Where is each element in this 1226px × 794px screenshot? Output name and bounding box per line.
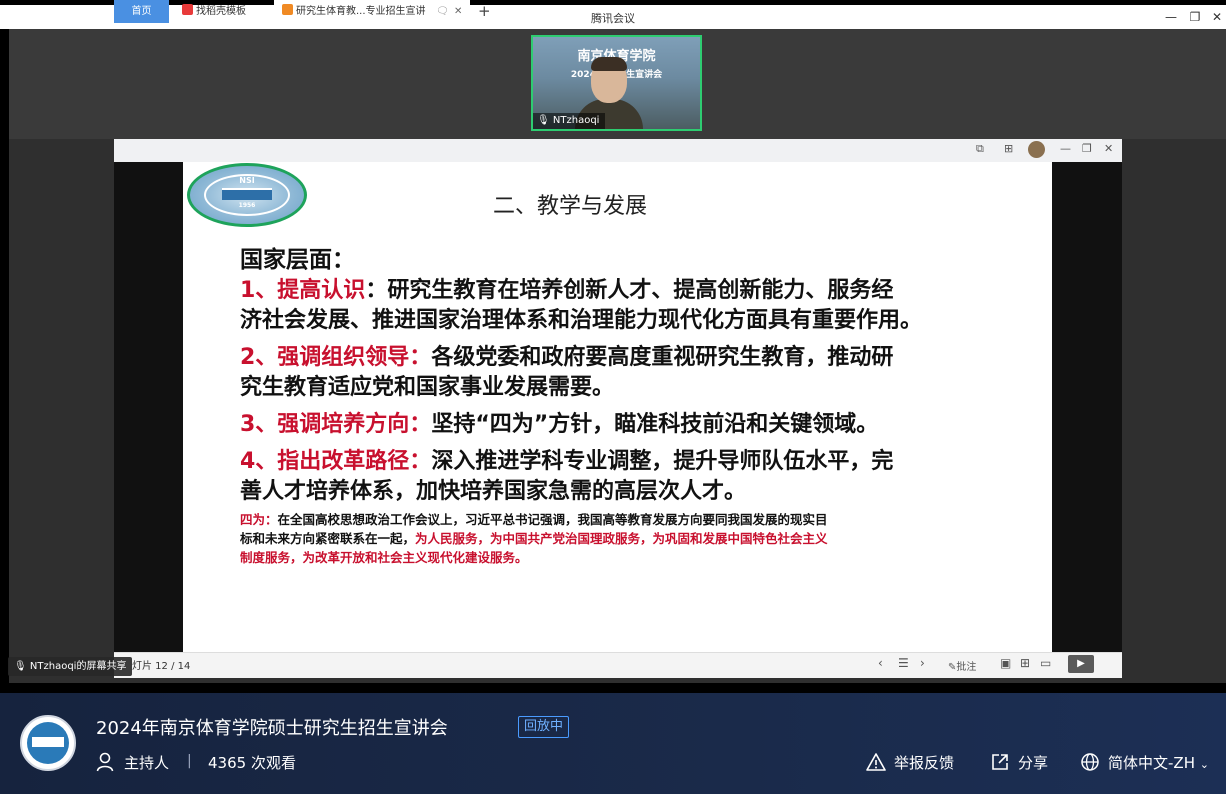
tab-bar — [114, 139, 1122, 163]
slide-title: 二、教学与发展 — [493, 194, 648, 219]
note-text-1: 在全国高校思想政治工作会议上，习近平总书记强调，我国高等教育发展方向要同我国发展… — [277, 512, 828, 527]
speaker-hair — [591, 57, 627, 71]
point-1-label: 1、提高认识 — [240, 278, 366, 303]
logo-building-icon — [222, 188, 272, 200]
tab-docer-label: 找稻壳模板 — [196, 6, 246, 17]
view-count: 4365 次观看 — [208, 754, 296, 772]
participant-name-tag: 🎙 NTzhaoqi — [533, 113, 606, 129]
play-icon: ▶ — [1077, 658, 1085, 669]
slide-list-icon[interactable]: ☰ — [898, 656, 909, 670]
point-4-line1: 4、指出改革路径：深入推进学科专业调整，提升导师队伍水平，完 — [240, 447, 893, 477]
app-minimize-icon[interactable]: — — [1060, 142, 1071, 155]
point-4-line2: 善人才培养体系，加快培养国家急需的高层次人才。 — [240, 479, 747, 504]
slide-sorter-icon[interactable]: ⊞ — [1020, 656, 1030, 670]
tab-presentation-label: 研究生体育教...专业招生宣讲 — [296, 6, 426, 17]
annotate-label: 批注 — [956, 662, 977, 673]
host-label: 主持人 — [124, 754, 170, 772]
point-1-line2: 济社会发展、推进国家治理体系和治理能力现代化方面具有重要作用。 — [240, 308, 923, 333]
share-icon[interactable] — [990, 752, 1010, 772]
note-text-2-black: 标和未来方向紧密联系在一起， — [240, 531, 416, 546]
speaker-video-tile[interactable]: 南京体育学院 2024年 生招生宣讲会 🎙 NTzhaoqi — [531, 35, 702, 131]
close-icon[interactable]: ✕ — [1206, 8, 1226, 26]
user-avatar[interactable] — [1028, 141, 1045, 158]
play-slideshow-button[interactable]: ▶ — [1068, 655, 1094, 673]
reading-mode-icon[interactable]: ⧉ — [976, 142, 984, 156]
next-slide-icon[interactable]: › — [920, 656, 925, 670]
note-text-2-red: 为人民服务，为中国共产党治国理政服务，为巩固和发展中国特色社会主义 — [415, 531, 828, 546]
slide-heading: 国家层面： — [240, 247, 355, 273]
new-tab-icon[interactable]: + — [478, 0, 492, 23]
point-2-text: 各级党委和政府要高度重视研究生教育，推动研 — [431, 345, 894, 370]
live-info-bar — [0, 693, 1226, 794]
participant-name: NTzhaoqi — [552, 115, 600, 126]
screen-share-text: NTzhaoqi的屏幕共享 — [29, 661, 127, 672]
note-label: 四为： — [240, 512, 278, 527]
annotate-button[interactable]: ✎批注 — [948, 658, 976, 673]
grid-view-icon[interactable]: ⊞ — [1004, 142, 1013, 155]
restore-icon[interactable]: ❐ — [1184, 8, 1206, 26]
user-icon — [96, 752, 114, 772]
minimize-icon[interactable]: — — [1160, 8, 1182, 26]
prev-slide-icon[interactable]: ‹ — [878, 656, 883, 670]
status-badge: 回放中 — [518, 716, 570, 738]
logo-nsi-text: NSI — [239, 176, 255, 185]
microphone-icon: 🎙 — [537, 115, 550, 126]
warning-icon[interactable] — [866, 752, 886, 772]
share-button[interactable]: 分享 — [1018, 752, 1048, 773]
point-3-line1: 3、强调培养方向：坚持“四为”方针，瞄准科技前沿和关键领域。 — [240, 410, 878, 440]
chevron-down-icon: ⌄ — [1199, 758, 1209, 771]
app-restore-icon[interactable]: ❐ — [1082, 142, 1092, 155]
language-selector[interactable]: 简体中文-ZH ⌄ — [1108, 752, 1209, 773]
university-logo: NSI 1956 — [187, 163, 307, 227]
tab-presentation[interactable]: 研究生体育教...专业招生宣讲 🗨 ✕ — [274, 0, 470, 23]
tab-close-icon[interactable]: ✕ — [454, 0, 462, 23]
note-line1: 四为：在全国高校思想政治工作会议上，习近平总书记强调，我国高等教育发展方向要同我… — [240, 511, 828, 529]
report-feedback-button[interactable]: 举报反馈 — [894, 752, 954, 773]
point-4-label: 4、指出改革路径： — [240, 449, 432, 474]
app-close-icon[interactable]: ✕ — [1104, 142, 1113, 155]
channel-logo — [20, 715, 76, 771]
point-1-text: ：研究生教育在培养创新人才、提高创新能力、服务经 — [365, 278, 894, 303]
tab-docer-templates[interactable]: 找稻壳模板 — [174, 0, 270, 23]
point-4-text: 深入推进学科专业调整，提升导师队伍水平，完 — [431, 449, 894, 474]
globe-icon[interactable] — [1080, 752, 1100, 772]
point-3-label: 3、强调培养方向： — [240, 412, 432, 437]
tab-home[interactable]: 首页 — [114, 0, 169, 23]
channel-logo-building — [32, 737, 64, 747]
point-3-text: 坚持“四为”方针，瞄准科技前沿和关键领域。 — [431, 412, 879, 437]
note-line2: 标和未来方向紧密联系在一起，为人民服务，为中国共产党治国理政服务，为巩固和发展中… — [240, 530, 828, 548]
point-2-line1: 2、强调组织领导：各级党委和政府要高度重视研究生教育，推动研 — [240, 343, 893, 373]
point-2-line2: 究生教育适应党和国家事业发展需要。 — [240, 375, 615, 400]
slide — [183, 162, 1052, 652]
live-title: 2024年南京体育学院硕士研究生招生宣讲会 — [96, 718, 448, 739]
normal-view-icon[interactable]: ▣ — [1000, 656, 1011, 670]
point-1-line1: 1、提高认识：研究生教育在培养创新人才、提高创新能力、服务经 — [240, 276, 893, 306]
docer-icon — [182, 4, 193, 15]
info-divider: | — [187, 753, 192, 769]
share-mic-icon: 🎙 — [14, 661, 27, 672]
screen-share-label: 🎙 NTzhaoqi的屏幕共享 — [8, 657, 133, 676]
point-2-label: 2、强调组织领导： — [240, 345, 432, 370]
language-label: 简体中文-ZH — [1108, 754, 1195, 772]
note-line3: 制度服务，为改革开放和社会主义现代化建设服务。 — [240, 550, 528, 565]
slide-counter: 灯片 12 / 14 — [132, 661, 191, 672]
reading-view-icon[interactable]: ▭ — [1040, 656, 1051, 670]
logo-year: 1956 — [238, 202, 256, 209]
ppt-file-icon — [282, 4, 293, 15]
chat-bubble-icon[interactable]: 🗨 — [436, 0, 449, 23]
